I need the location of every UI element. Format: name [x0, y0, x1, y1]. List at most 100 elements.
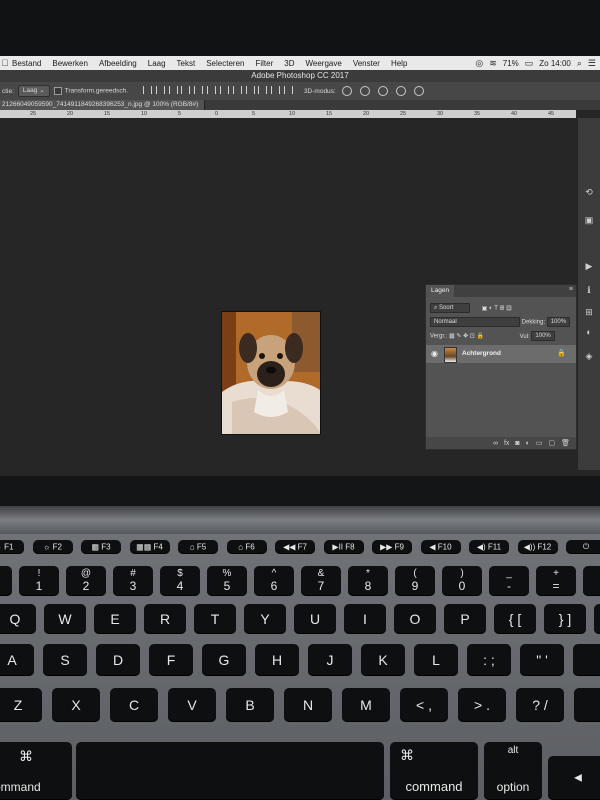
menubar-clock[interactable]: Zo 14:00: [539, 59, 571, 68]
roll-3d-icon[interactable]: [359, 86, 370, 96]
function-key[interactable]: ☼ F1: [0, 540, 24, 554]
layer-name[interactable]: Achtergrond: [462, 345, 501, 363]
menu-afbeelding[interactable]: Afbeelding: [99, 59, 137, 68]
apple-menu-icon[interactable]: : [0, 58, 10, 68]
letter-key[interactable]: J: [308, 644, 352, 676]
number-key[interactable]: $4: [160, 566, 200, 596]
letter-key[interactable]: C: [110, 688, 158, 722]
adjustment-layer-icon[interactable]: ◐: [526, 440, 530, 447]
function-key[interactable]: ◀◀ F7: [275, 540, 315, 554]
lock-artboard-icon[interactable]: ⊡: [470, 334, 475, 340]
letter-key[interactable]: D: [96, 644, 140, 676]
menu-tekst[interactable]: Tekst: [177, 59, 196, 68]
space-bar[interactable]: [76, 742, 384, 800]
letter-key[interactable]: |: [594, 604, 600, 634]
command-right-key[interactable]: ⌘ command: [390, 742, 478, 800]
drag-3d-icon[interactable]: [377, 86, 388, 96]
lock-position-icon[interactable]: ✥: [463, 334, 468, 340]
distribute-right-icon[interactable]: [283, 86, 293, 94]
function-key[interactable]: ▶II F8: [323, 540, 364, 554]
align-top-icon[interactable]: [143, 86, 152, 94]
letter-key[interactable]: ? /: [516, 688, 564, 722]
letter-key[interactable]: W: [44, 604, 86, 634]
menu-3d[interactable]: 3D: [284, 59, 294, 68]
spotlight-icon[interactable]: ⌕: [577, 58, 582, 69]
letter-key[interactable]: K: [361, 644, 405, 676]
command-left-key[interactable]: ⌘ command: [0, 742, 72, 800]
letter-key[interactable]: V: [168, 688, 216, 722]
lock-transparency-icon[interactable]: ▦: [449, 334, 455, 340]
function-key[interactable]: ◀ F10: [420, 540, 461, 554]
menu-filter[interactable]: Filter: [255, 59, 273, 68]
letter-key[interactable]: Z: [0, 688, 42, 722]
battery-icon[interactable]: ▭: [525, 58, 534, 69]
align-bottom-icon[interactable]: [168, 86, 178, 94]
menu-venster[interactable]: Venster: [353, 59, 380, 68]
letter-key[interactable]: X: [52, 688, 100, 722]
tab-lagen[interactable]: Lagen: [426, 285, 455, 297]
blend-mode-dropdown[interactable]: Normaal: [430, 317, 520, 327]
letter-key[interactable]: [574, 688, 600, 722]
number-key[interactable]: ~`: [0, 566, 12, 596]
distribute-center-icon[interactable]: [271, 86, 281, 94]
menu-selecteren[interactable]: Selecteren: [206, 59, 244, 68]
layer-row-achtergrond[interactable]: ◉ Achtergrond 🔒: [426, 345, 576, 363]
menu-help[interactable]: Help: [391, 59, 407, 68]
properties-icon[interactable]: ⊞: [583, 306, 595, 318]
filter-shape-icon[interactable]: ⊞: [499, 306, 504, 312]
function-key[interactable]: ▦▦ F4: [129, 540, 170, 554]
filter-smart-object-icon[interactable]: ▤: [506, 306, 512, 312]
layers-panel-icon[interactable]: ◈: [583, 350, 595, 362]
wifi-icon[interactable]: ≋: [489, 58, 497, 69]
distribute-bottom-icon[interactable]: [245, 86, 255, 94]
letter-key[interactable]: G: [202, 644, 246, 676]
number-key[interactable]: % 5: [207, 566, 247, 596]
distribute-middle-icon[interactable]: [232, 86, 242, 94]
number-key[interactable]: + =: [536, 566, 576, 596]
letter-key[interactable]: R: [144, 604, 186, 634]
function-key[interactable]: ▶▶ F9: [372, 540, 412, 554]
number-key[interactable]: (9: [395, 566, 435, 596]
menu-bewerken[interactable]: Bewerken: [52, 59, 88, 68]
menu-weergave[interactable]: Weergave: [305, 59, 341, 68]
function-key[interactable]: ▦ F3: [81, 540, 121, 554]
letter-key[interactable]: O: [394, 604, 436, 634]
new-layer-icon[interactable]: ▢: [548, 439, 555, 447]
function-key[interactable]: ☼ F2: [32, 540, 73, 554]
letter-key[interactable]: I: [344, 604, 386, 634]
number-key[interactable]: _ -: [489, 566, 529, 596]
letter-key[interactable]: H: [255, 644, 299, 676]
slide-3d-icon[interactable]: [395, 86, 406, 96]
delete-layer-icon[interactable]: 🗑: [561, 439, 570, 447]
menu-bestand[interactable]: Bestand: [12, 59, 41, 68]
distribute-top-icon[interactable]: [219, 86, 229, 94]
number-key[interactable]: ! 1: [19, 566, 59, 596]
lock-pixels-icon[interactable]: ✎: [456, 334, 461, 340]
arrow-left-key[interactable]: ◀: [548, 756, 600, 800]
horizontal-ruler[interactable]: 25 20 15 10 5 0 5 10 15 20 25 30 35 40 45: [0, 110, 576, 118]
letter-key[interactable]: M: [342, 688, 390, 722]
history-icon[interactable]: ⟲: [583, 186, 595, 198]
layer-filter-dropdown[interactable]: ⌕ Soort: [430, 303, 470, 313]
opacity-field[interactable]: 100%: [546, 317, 571, 327]
panel-menu-icon[interactable]: ≡: [569, 286, 573, 293]
fill-field[interactable]: 100%: [531, 331, 555, 341]
auto-select-dropdown[interactable]: Laag ⌄: [17, 85, 50, 97]
function-key[interactable]: ◀)) F12: [517, 540, 558, 554]
function-key[interactable]: ⌂ F5: [178, 540, 218, 554]
align-middle-icon[interactable]: [155, 86, 165, 94]
letter-key[interactable]: B: [226, 688, 274, 722]
letter-key[interactable]: S: [43, 644, 87, 676]
letter-key[interactable]: " ': [520, 644, 564, 676]
add-mask-icon[interactable]: ◙: [515, 440, 519, 447]
filter-adjustment-icon[interactable]: ◐: [489, 306, 493, 312]
number-key[interactable]: [583, 566, 600, 596]
function-key[interactable]: ⏻: [566, 540, 600, 554]
filter-type-icon[interactable]: T: [494, 306, 498, 312]
actions-play-icon[interactable]: ▶: [583, 260, 595, 272]
scale-3d-icon[interactable]: [413, 86, 424, 96]
letter-key[interactable]: > .: [458, 688, 506, 722]
letter-key[interactable]: F: [149, 644, 193, 676]
letter-key[interactable]: P: [444, 604, 486, 634]
letter-key[interactable]: Y: [244, 604, 286, 634]
